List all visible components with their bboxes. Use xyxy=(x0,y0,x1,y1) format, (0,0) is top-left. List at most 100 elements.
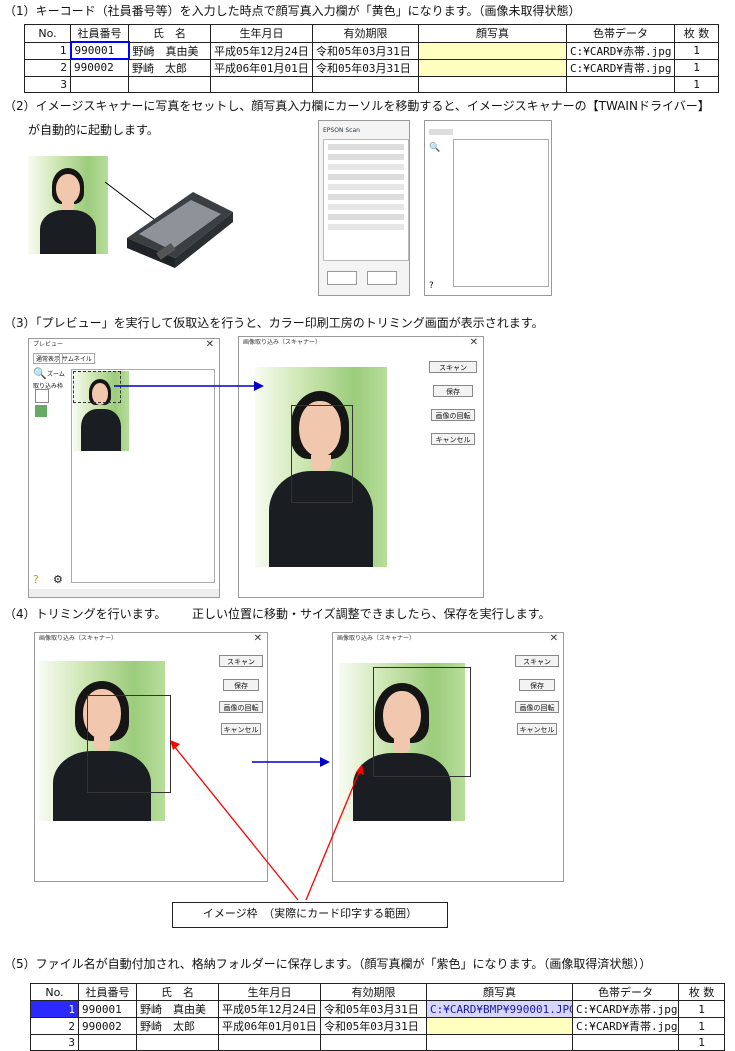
cell-id[interactable]: 990002 xyxy=(70,58,129,77)
scan-button[interactable]: スキャン xyxy=(515,655,559,667)
image-frame[interactable] xyxy=(291,405,353,503)
cell-birth[interactable]: 平成05年12月24日 xyxy=(210,41,313,60)
table-header-row: No. 社員番号 氏 名 生年月日 有効期限 顔写真 色帯データ 枚 数 xyxy=(24,24,719,43)
cell-count[interactable]: 1 xyxy=(678,1034,725,1051)
image-frame[interactable] xyxy=(87,695,171,793)
header-color: 色帯データ xyxy=(566,24,675,43)
close-icon[interactable]: ✕ xyxy=(254,633,262,645)
table-row[interactable]: 2 990002 野崎 太郎 平成06年01月01日 令和05年03月31日 C… xyxy=(24,58,719,77)
header-no: No. xyxy=(30,983,79,1001)
cell-color[interactable]: C:¥CARD¥青帯.jpg xyxy=(566,58,675,77)
close-icon[interactable]: ✕ xyxy=(470,337,478,349)
cancel-button[interactable]: キャンセル xyxy=(431,433,475,445)
rotate-button[interactable]: 画像の回転 xyxy=(219,701,263,713)
header-birth: 生年月日 xyxy=(210,24,313,43)
settings-icon[interactable]: ⚙ xyxy=(53,573,63,586)
scanner-illustration xyxy=(105,181,233,268)
cell-photo[interactable] xyxy=(418,41,567,60)
help-icon[interactable]: ? xyxy=(33,573,39,586)
zoom-icon[interactable]: 🔍 xyxy=(33,367,47,380)
cell-color[interactable] xyxy=(566,75,675,93)
scan-button[interactable] xyxy=(367,271,397,285)
step1-text: （1）キーコード（社員番号等）を入力した時点で顔写真入力欄が「黄色」になります。… xyxy=(4,4,581,18)
cell-expiry[interactable]: 令和05年03月31日 xyxy=(312,41,419,60)
cell-expiry[interactable]: 令和05年03月31日 xyxy=(320,1000,427,1018)
cell-count[interactable]: 1 xyxy=(678,1000,725,1018)
cell-birth[interactable]: 平成06年01月01日 xyxy=(218,1017,321,1035)
preview-area xyxy=(453,139,549,287)
header-count: 枚 数 xyxy=(678,983,725,1001)
header-expiry: 有効期限 xyxy=(320,983,427,1001)
step4-text-cont: 正しい位置に移動・サイズ調整できましたら、保存を実行します。 xyxy=(192,607,551,621)
step4-text: （4）トリミングを行います。 xyxy=(4,607,167,621)
cell-birth[interactable]: 平成06年01月01日 xyxy=(210,58,313,77)
cell-birth[interactable] xyxy=(210,75,313,93)
step2-text: （2）イメージスキャナーに写真をセットし、顔写真入力欄にカーソルを移動すると、イ… xyxy=(4,99,710,113)
cell-name[interactable] xyxy=(128,75,211,93)
step3-text: （3）「プレビュー」を実行して仮取込を行うと、カラー印刷工房のトリミング画面が表… xyxy=(4,316,544,330)
color-icon[interactable] xyxy=(35,405,47,417)
cell-name[interactable]: 野崎 真由美 xyxy=(128,41,211,60)
cell-birth[interactable]: 平成05年12月24日 xyxy=(218,1000,321,1018)
cell-expiry[interactable] xyxy=(320,1034,427,1051)
cell-color[interactable]: C:¥CARD¥赤帯.jpg xyxy=(566,41,675,60)
cell-count[interactable]: 1 xyxy=(678,1017,725,1035)
cell-count[interactable]: 1 xyxy=(674,41,719,60)
cell-name[interactable]: 野崎 太郎 xyxy=(136,1017,219,1035)
table-row[interactable]: 2 990002 野崎 太郎 平成06年01月01日 令和05年03月31日 C… xyxy=(30,1017,725,1035)
cell-color[interactable] xyxy=(572,1034,679,1051)
cell-name[interactable]: 野崎 太郎 xyxy=(128,58,211,77)
cell-photo[interactable] xyxy=(418,58,567,77)
close-icon[interactable]: ✕ xyxy=(206,339,214,351)
table-row[interactable]: 1 990001 野崎 真由美 平成05年12月24日 令和05年03月31日 … xyxy=(30,1000,725,1018)
select-icon[interactable] xyxy=(35,389,49,403)
step2-text-cont: が自動的に起動します。 xyxy=(28,123,159,137)
preview-window-small: 🔍 ? xyxy=(424,120,552,296)
cell-no[interactable]: 1 xyxy=(30,1000,79,1018)
preview-button[interactable] xyxy=(327,271,357,285)
tab-normal[interactable] xyxy=(429,129,453,135)
cell-id[interactable] xyxy=(78,1034,137,1051)
close-icon[interactable]: ✕ xyxy=(550,633,558,645)
cell-photo[interactable] xyxy=(426,1017,573,1035)
header-color: 色帯データ xyxy=(572,983,679,1001)
cell-birth[interactable] xyxy=(218,1034,321,1051)
cell-id[interactable]: 990002 xyxy=(78,1017,137,1035)
scan-window-title: 画像取り込み（スキャナー） ✕ xyxy=(39,633,262,645)
save-button[interactable]: 保存 xyxy=(433,385,473,397)
tab-thumbnail[interactable]: サムネイル xyxy=(59,353,95,364)
header-name: 氏 名 xyxy=(128,24,211,43)
cancel-button[interactable]: キャンセル xyxy=(517,723,557,735)
cell-expiry[interactable]: 令和05年03月31日 xyxy=(320,1017,427,1035)
table-row[interactable]: 3 1 xyxy=(24,75,719,93)
cell-count[interactable]: 1 xyxy=(674,75,719,93)
cell-id[interactable]: 990001 xyxy=(78,1000,137,1018)
cell-color[interactable]: C:¥CARD¥赤帯.jpg xyxy=(572,1000,679,1018)
rotate-button[interactable]: 画像の回転 xyxy=(515,701,559,713)
scan-button[interactable]: スキャン xyxy=(219,655,263,667)
scan-button[interactable]: スキャン xyxy=(429,361,477,373)
header-photo: 顔写真 xyxy=(426,983,573,1001)
cell-photo[interactable] xyxy=(426,1034,573,1051)
cell-name[interactable] xyxy=(136,1034,219,1051)
table-row[interactable]: 1 990001 野崎 真由美 平成05年12月24日 令和05年03月31日 … xyxy=(24,41,719,60)
cell-expiry[interactable] xyxy=(312,75,419,93)
zoom-icon[interactable]: 🔍 xyxy=(429,143,440,153)
save-button[interactable]: 保存 xyxy=(519,679,555,691)
cell-id[interactable]: 990001 xyxy=(69,41,130,60)
rotate-button[interactable]: 画像の回転 xyxy=(431,409,475,421)
table-row[interactable]: 3 1 xyxy=(30,1034,725,1051)
cell-no: 3 xyxy=(30,1034,79,1051)
epson-scan-window: EPSON Scan xyxy=(318,120,410,296)
cell-photo[interactable] xyxy=(418,75,567,93)
scan-window-title: 画像取り込み（スキャナー） ✕ xyxy=(337,633,558,645)
cell-photo[interactable]: C:¥CARD¥BMP¥990001.JPG xyxy=(426,1000,573,1018)
image-frame[interactable] xyxy=(373,667,471,777)
cell-color[interactable]: C:¥CARD¥青帯.jpg xyxy=(572,1017,679,1035)
cell-expiry[interactable]: 令和05年03月31日 xyxy=(312,58,419,77)
cell-id[interactable] xyxy=(70,75,129,93)
cell-count[interactable]: 1 xyxy=(674,58,719,77)
cell-name[interactable]: 野崎 真由美 xyxy=(136,1000,219,1018)
help-icon[interactable]: ? xyxy=(429,281,434,291)
save-button[interactable]: 保存 xyxy=(223,679,259,691)
